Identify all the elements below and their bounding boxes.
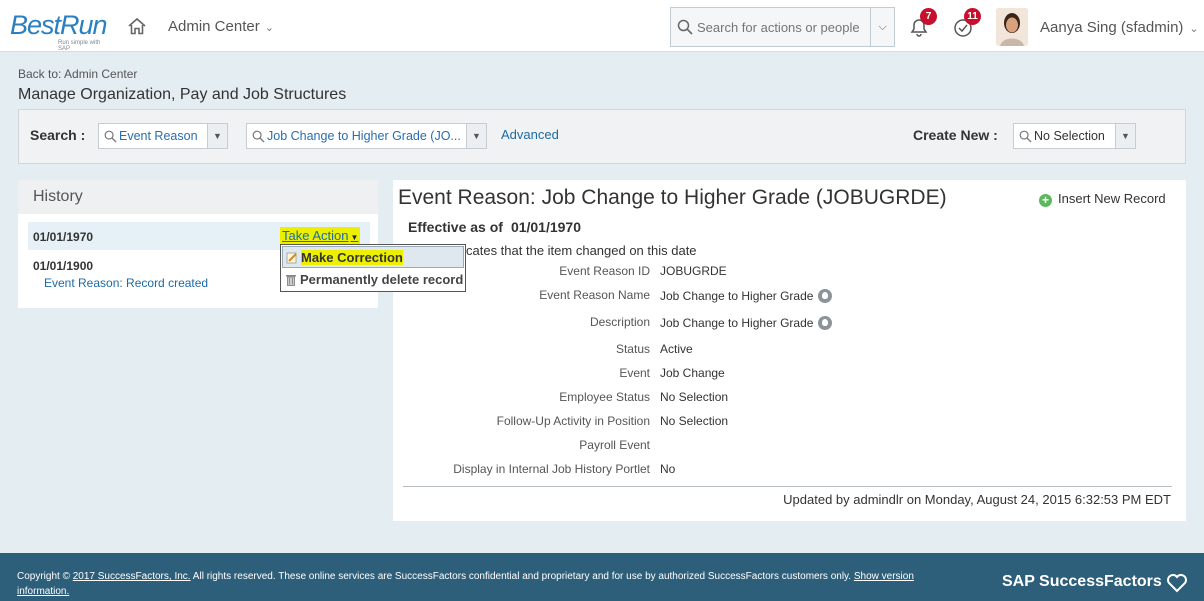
create-new-value: No Selection xyxy=(1034,129,1105,143)
admin-center-menu[interactable]: Admin Center ⌄ xyxy=(168,18,274,35)
menu-item-permanently-delete[interactable]: Permanently delete record xyxy=(282,269,464,291)
caret-down-icon[interactable]: ▼ xyxy=(207,124,227,148)
user-menu[interactable]: Aanya Sing (sfadmin) ⌄ xyxy=(1040,19,1199,36)
field-label: Payroll Event xyxy=(579,438,650,452)
chevron-down-icon: ⌄ xyxy=(264,22,274,34)
insert-new-record-label: Insert New Record xyxy=(1058,191,1166,206)
avatar[interactable] xyxy=(996,8,1028,46)
company-logo[interactable]: BestRun Run simple with SAP xyxy=(10,4,110,52)
field-label: Employee Status xyxy=(559,390,650,404)
page-footer: Copyright © 2017 SuccessFactors, Inc. Al… xyxy=(0,553,1204,601)
field-value: JOBUGRDE xyxy=(660,264,727,278)
effective-label: Effective as of xyxy=(408,219,503,235)
take-action-label: Take Action xyxy=(282,228,349,243)
search-icon xyxy=(252,130,265,143)
advanced-search-link[interactable]: Advanced xyxy=(501,127,559,142)
copyright-body: All rights reserved. These online servic… xyxy=(190,571,854,582)
field-value: No Selection xyxy=(660,414,729,428)
field-value: Active xyxy=(660,342,693,356)
history-date: 01/01/1900 xyxy=(33,259,94,273)
object-type-value: Event Reason xyxy=(119,129,198,143)
change-indicator-legend: cates that the item changed on this date xyxy=(466,243,697,258)
field-value: No xyxy=(660,462,676,476)
trash-icon xyxy=(286,275,296,286)
copyright-notice: Copyright © 2017 SuccessFactors, Inc. Al… xyxy=(17,569,917,599)
top-header-bar: BestRun Run simple with SAP Admin Center… xyxy=(0,0,1204,52)
divider xyxy=(403,486,1172,487)
search-icon xyxy=(104,130,117,143)
field-value-with-translation: Job Change to Higher Grade xyxy=(660,316,833,330)
search-panel: Search : Event Reason ▼ Job Change to Hi… xyxy=(18,109,1186,164)
create-new-label: Create New : xyxy=(913,127,998,143)
page-title: Manage Organization, Pay and Job Structu… xyxy=(18,86,347,103)
sap-successfactors-brand: SAP SuccessFactors xyxy=(1002,573,1162,590)
field-label: Event Reason Name xyxy=(539,288,650,302)
menu-item-make-correction[interactable]: Make Correction xyxy=(282,246,464,268)
history-date: 01/01/1970 xyxy=(33,230,94,244)
back-to-admin-center-link[interactable]: Back to: Admin Center xyxy=(18,67,137,81)
copyright-link[interactable]: 2017 SuccessFactors, Inc. xyxy=(73,571,191,582)
field-label: Display in Internal Job History Portlet xyxy=(453,462,650,476)
field-value: No Selection xyxy=(660,390,729,404)
chevron-down-icon: ⌄ xyxy=(1189,23,1199,35)
globe-icon[interactable] xyxy=(818,289,833,303)
record-detail-panel: Event Reason: Job Change to Higher Grade… xyxy=(393,180,1186,521)
object-type-select[interactable]: Event Reason ▼ xyxy=(98,123,228,149)
global-search-box[interactable]: ⌵ xyxy=(670,7,895,47)
field-label: Follow-Up Activity in Position xyxy=(496,414,650,428)
todo-badge: 11 xyxy=(964,8,981,25)
field-value-with-translation: Job Change to Higher Grade xyxy=(660,289,833,303)
globe-icon[interactable] xyxy=(818,316,833,330)
insert-new-record-button[interactable]: + Insert New Record xyxy=(1039,191,1166,207)
record-select[interactable]: Job Change to Higher Grade (JO... ▼ xyxy=(246,123,487,149)
updated-by-text: Updated by admindlr on Monday, August 24… xyxy=(783,492,1171,507)
field-value: Job Change to Higher Grade xyxy=(660,289,814,303)
effective-as-of: Effective as of 01/01/1970 xyxy=(408,219,581,235)
plus-circle-icon: + xyxy=(1039,194,1052,207)
edit-icon xyxy=(286,252,297,264)
copyright-prefix: Copyright © xyxy=(17,571,70,582)
history-title: History xyxy=(18,180,378,214)
search-label: Search : xyxy=(30,127,86,143)
field-label: Description xyxy=(589,315,650,329)
take-action-link[interactable]: Take Action ▼ xyxy=(280,227,361,244)
field-label: Event xyxy=(619,366,650,380)
search-icon xyxy=(1019,130,1032,143)
caret-down-icon: ▼ xyxy=(350,233,359,242)
notifications-button[interactable]: 7 xyxy=(908,8,937,40)
user-name-label: Aanya Sing (sfadmin) xyxy=(1040,19,1184,36)
logo-tagline: Run simple with SAP xyxy=(58,40,101,52)
record-title: Event Reason: Job Change to Higher Grade… xyxy=(398,186,947,209)
heart-icon[interactable] xyxy=(1166,572,1188,594)
caret-down-icon[interactable]: ▼ xyxy=(1115,124,1135,148)
create-new-select[interactable]: No Selection ▼ xyxy=(1013,123,1136,149)
field-label: Status xyxy=(615,342,650,356)
home-icon[interactable] xyxy=(127,17,147,35)
global-search-input[interactable] xyxy=(697,17,867,37)
field-value: Job Change to Higher Grade xyxy=(660,316,814,330)
notifications-badge: 7 xyxy=(920,8,937,25)
field-value: Job Change xyxy=(660,366,725,380)
history-record-created-link[interactable]: Event Reason: Record created xyxy=(44,276,208,290)
field-label: Event Reason ID xyxy=(559,264,650,278)
menu-item-label: Make Correction xyxy=(301,250,403,265)
search-icon xyxy=(677,19,693,35)
take-action-menu: Make Correction Permanently delete recor… xyxy=(280,244,466,292)
todo-button[interactable]: 11 xyxy=(952,8,981,40)
logo-text: BestRun xyxy=(10,10,108,40)
menu-item-label: Permanently delete record xyxy=(300,272,464,287)
effective-date: 01/01/1970 xyxy=(510,219,582,235)
chevron-down-icon[interactable]: ⌵ xyxy=(870,8,894,46)
record-value: Job Change to Higher Grade (JO... xyxy=(267,129,461,143)
admin-center-label: Admin Center xyxy=(168,18,260,35)
caret-down-icon[interactable]: ▼ xyxy=(466,124,486,148)
